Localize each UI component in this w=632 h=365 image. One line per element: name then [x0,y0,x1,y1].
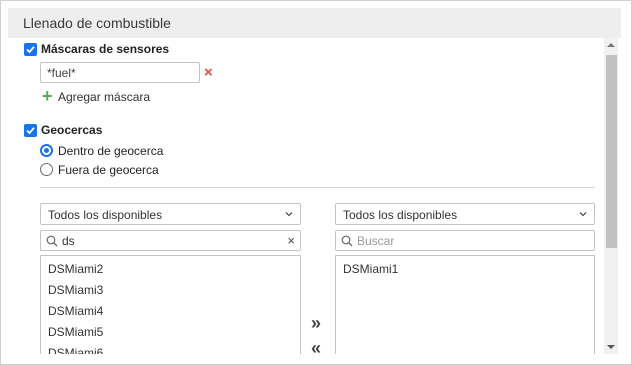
right-search-placeholder[interactable]: Buscar [357,234,394,248]
move-right-button[interactable]: » [311,313,321,334]
inside-geofence-label: Dentro de geocerca [58,144,164,158]
fuel-filling-panel: Llenado de combustible Máscaras de senso… [0,0,632,365]
remove-mask-icon[interactable]: × [204,65,213,80]
checkmark-icon [26,46,35,54]
right-filter-value: Todos los disponibles [343,208,458,222]
panel-header: Llenado de combustible [8,8,621,38]
list-item[interactable]: DSMiami3 [48,283,103,297]
left-filter-value: Todos los disponibles [48,208,163,222]
inside-geofence-radio[interactable] [40,144,53,157]
plus-icon[interactable]: + [42,87,53,105]
outside-geofence-radio[interactable] [40,163,53,176]
panel-content: Máscaras de sensores × + Agregar máscara… [16,38,604,354]
sensor-masks-checkbox[interactable] [24,43,37,56]
scroll-down-arrow-icon[interactable] [604,340,618,354]
panel-title: Llenado de combustible [23,15,171,31]
sensor-masks-label: Máscaras de sensores [41,42,170,56]
chevron-down-icon [285,212,293,217]
move-left-button[interactable]: « [311,338,321,354]
scroll-thumb[interactable] [606,55,617,248]
right-search-field[interactable]: Buscar [335,230,595,251]
vertical-scrollbar[interactable] [604,38,618,354]
available-units-list[interactable]: DSMiami2 DSMiami3 DSMiami4 DSMiami5 DSMi… [40,255,301,354]
add-mask-link[interactable]: Agregar máscara [58,90,150,104]
list-item[interactable]: DSMiami2 [48,262,103,276]
outside-geofence-label: Fuera de geocerca [58,163,159,177]
search-icon [46,235,58,247]
left-filter-select[interactable]: Todos los disponibles [40,203,301,225]
divider [40,187,595,188]
scroll-up-arrow-icon[interactable] [604,38,618,52]
left-search-input[interactable]: ds [62,234,75,248]
geofences-label: Geocercas [41,123,103,137]
clear-search-icon[interactable]: × [287,233,295,248]
left-search-field[interactable]: ds × [40,230,301,251]
list-item[interactable]: DSMiami1 [343,262,398,276]
sensor-mask-input[interactable] [40,62,200,83]
geofences-checkbox[interactable] [24,124,37,137]
list-item[interactable]: DSMiami6 [48,346,103,354]
checkmark-icon [26,127,35,135]
right-filter-select[interactable]: Todos los disponibles [335,203,595,225]
list-item[interactable]: DSMiami5 [48,325,103,339]
search-icon [341,235,353,247]
selected-units-list[interactable]: DSMiami1 [335,255,595,354]
chevron-down-icon [579,212,587,217]
list-item[interactable]: DSMiami4 [48,304,103,318]
